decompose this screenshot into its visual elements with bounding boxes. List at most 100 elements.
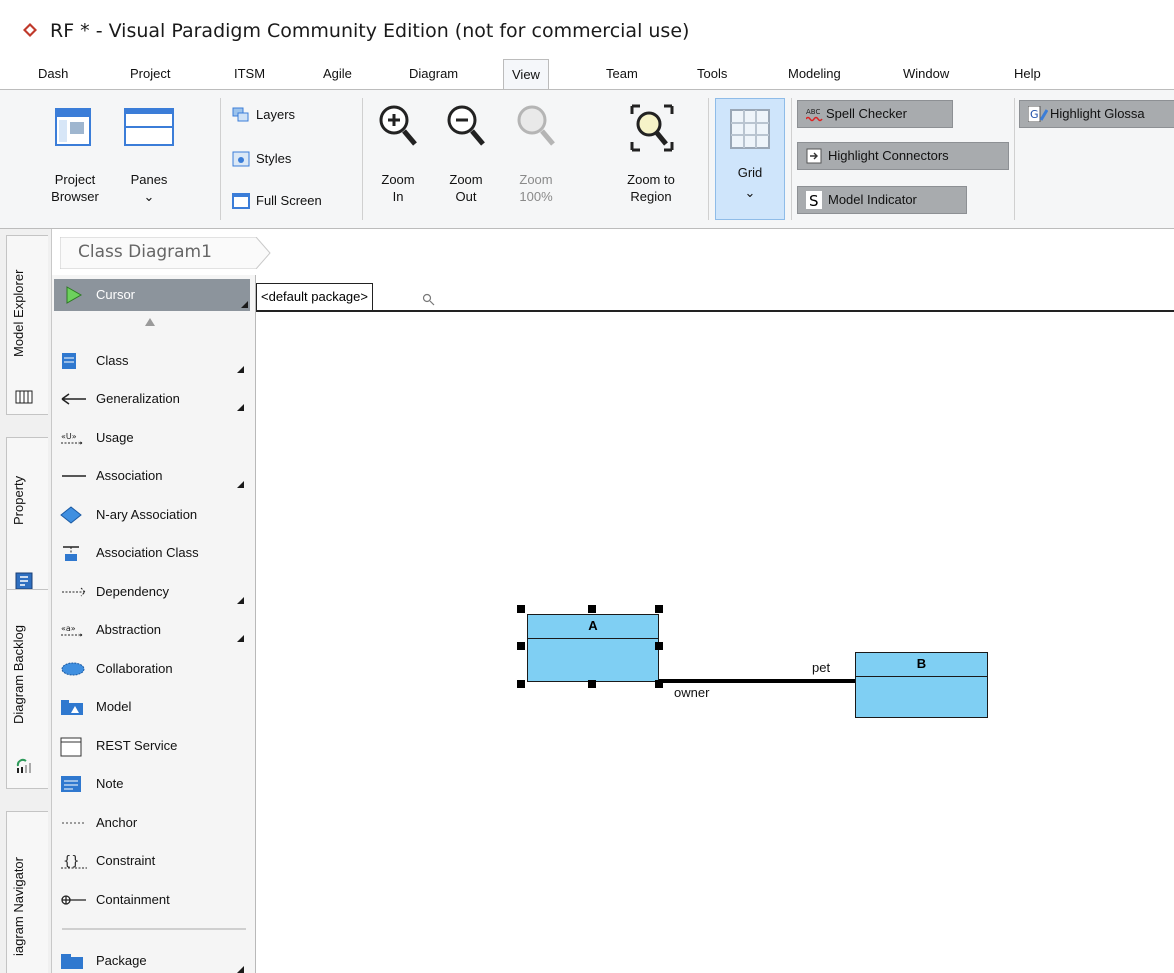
role-pet-label[interactable]: pet [812,660,830,675]
class-a-name[interactable]: A [528,615,658,639]
palette-item-label: N-ary Association [96,507,198,522]
model-explorer-icon [15,390,33,404]
tab-window[interactable]: Window [903,59,949,89]
default-package-label[interactable]: <default package> [256,283,373,310]
class-b-name[interactable]: B [856,653,987,677]
palette-item-containment[interactable]: Containment [60,884,252,916]
palette-item-label: Association Class [96,545,199,560]
class-b[interactable]: B [855,652,988,718]
resize-handle[interactable] [517,642,525,650]
model-indicator-button[interactable]: S Model Indicator [797,186,967,214]
collaboration-icon [61,662,85,676]
side-tab-strip: Model Explorer Property Diagram Backlog … [0,229,52,973]
model-indicator-icon: S [806,191,822,209]
diagram-canvas[interactable]: owner pet A B [256,310,1174,973]
palette-item-label: Anchor [96,815,138,830]
palette-item-usage[interactable]: «U» Usage [60,422,252,454]
palette-item-dependency[interactable]: Dependency [60,576,252,608]
tab-tools[interactable]: Tools [697,59,727,89]
glossary-icon: G [1028,106,1048,122]
association-connector[interactable] [659,679,856,683]
layers-button[interactable]: Layers [232,104,352,126]
tab-team[interactable]: Team [606,59,638,89]
resize-handle[interactable] [517,680,525,688]
zoom-out-button[interactable]: Zoom Out [440,98,492,218]
tab-project[interactable]: Project [130,59,170,89]
project-browser-button[interactable]: Project Browser [40,98,110,218]
ribbon-toolbar: Project Browser Panes ⌄ Layers Styles Fu [0,89,1174,229]
search-icon[interactable] [422,293,436,307]
side-tab-diagram-backlog[interactable]: Diagram Backlog [6,589,48,789]
palette-item-association-class[interactable]: Association Class [60,537,252,569]
side-tab-property[interactable]: Property [6,437,48,603]
palette-item-package[interactable]: Package [60,945,252,973]
svg-text:S: S [809,192,819,209]
zoom-in-icon [379,105,417,146]
palette-item-n-ary-association[interactable]: N-ary Association [60,499,252,531]
styles-button[interactable]: Styles [232,148,352,170]
tab-help[interactable]: Help [1014,59,1041,89]
tab-modeling[interactable]: Modeling [788,59,841,89]
spell-checker-button[interactable]: ABC Spell Checker [797,100,953,128]
highlight-glossary-button[interactable]: G Highlight Glossa [1019,100,1174,128]
rest-service-icon [60,737,82,757]
model-icon [61,700,83,715]
tab-agile[interactable]: Agile [323,59,352,89]
full-screen-button[interactable]: Full Screen [232,190,362,212]
grid-button[interactable]: Grid ⌄ [715,98,785,220]
breadcrumb: Class Diagram1 [52,229,1174,275]
scroll-up-icon[interactable] [144,317,156,327]
zoom-out-label-2: Out [455,189,477,204]
palette-item-cursor[interactable]: Cursor [54,279,250,311]
tab-diagram[interactable]: Diagram [409,59,458,89]
highlight-connectors-icon [806,148,822,164]
side-tab-model-explorer[interactable]: Model Explorer [6,235,48,415]
svg-text:{}: {} [63,854,80,869]
zoom-in-button[interactable]: Zoom In [372,98,424,218]
chevron-down-icon: ⌄ [143,189,155,204]
resize-handle[interactable] [588,605,596,613]
constraint-icon: {} [61,854,87,869]
resize-handle[interactable] [517,605,525,613]
resize-handle[interactable] [655,680,663,688]
palette-item-constraint[interactable]: {} Constraint [60,845,252,877]
palette-item-label: Generalization [96,391,180,406]
resize-handle[interactable] [655,605,663,613]
palette-item-generalization[interactable]: Generalization [60,383,252,415]
grid-icon [730,109,770,149]
palette-item-label: REST Service [96,738,178,753]
project-browser-label-1: Project [54,172,96,187]
palette-item-abstraction[interactable]: «a» Abstraction [60,614,252,646]
ribbon-tab-bar: Dash Project ITSM Agile Diagram View Tea… [0,59,1174,90]
tab-dash[interactable]: Dash [38,59,68,89]
side-tab-diagram-navigator[interactable]: iagram Navigator [6,811,48,973]
zoom-to-region-button[interactable]: Zoom to Region [616,98,686,218]
spell-check-icon: ABC [806,108,823,122]
svg-text:«a»: «a» [61,624,76,633]
palette-item-class[interactable]: Class [60,345,252,377]
palette-item-collaboration[interactable]: Collaboration [60,653,252,685]
class-icon [62,353,76,369]
cursor-icon [66,286,82,304]
resize-handle[interactable] [655,642,663,650]
palette-item-label: Collaboration [96,661,173,676]
class-a[interactable]: A [527,614,659,682]
palette-item-model[interactable]: Model [60,691,252,723]
association-class-icon [63,546,79,561]
ribbon-separator [1014,98,1015,220]
more-options-icon [237,966,244,973]
role-owner-label[interactable]: owner [674,685,709,700]
breadcrumb-diagram-name[interactable]: Class Diagram1 [78,242,212,262]
palette-item-rest-service[interactable]: REST Service [60,730,252,762]
palette-item-association[interactable]: Association [60,460,252,492]
zoom-100-button[interactable]: Zoom 100% [506,98,566,218]
resize-handle[interactable] [588,680,596,688]
tab-itsm[interactable]: ITSM [234,59,265,89]
panes-button[interactable]: Panes ⌄ [116,98,182,218]
palette-item-note[interactable]: Note [60,768,252,800]
note-icon [61,776,81,792]
palette-item-anchor[interactable]: Anchor [60,807,252,839]
model-indicator-label: Model Indicator [828,192,917,207]
tab-view[interactable]: View [503,59,549,90]
highlight-connectors-button[interactable]: Highlight Connectors [797,142,1009,170]
